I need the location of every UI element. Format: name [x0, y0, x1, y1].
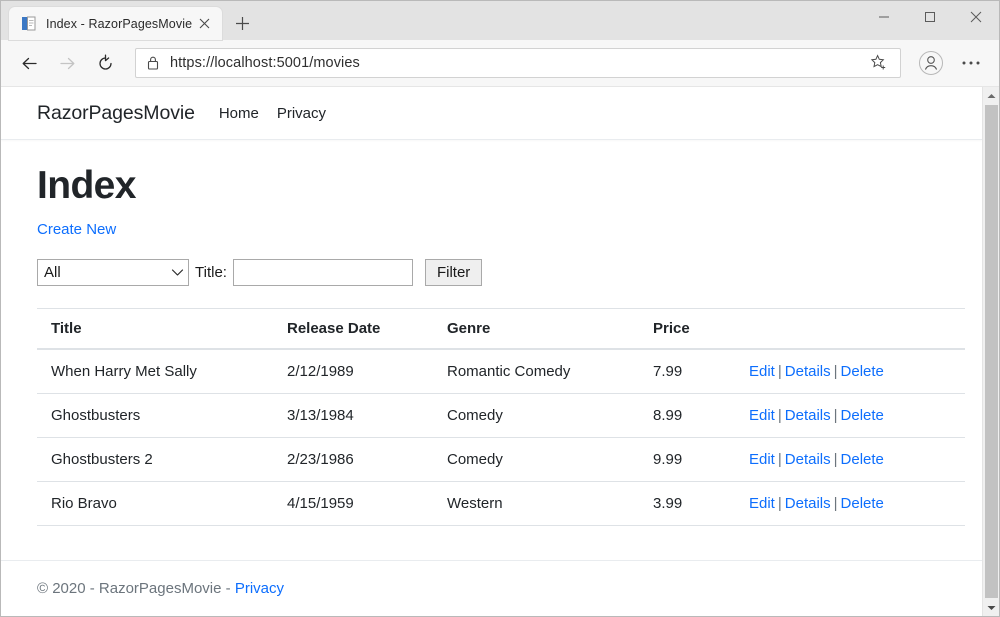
delete-link[interactable]: Delete	[841, 451, 884, 468]
footer-copyright: © 2020 - RazorPagesMovie - Privacy	[37, 580, 284, 597]
row-actions: Edit|Details|Delete	[735, 437, 965, 481]
details-link[interactable]: Details	[785, 407, 831, 424]
column-header-genre[interactable]: Genre	[433, 308, 639, 349]
title-filter-label: Title:	[195, 264, 227, 281]
action-separator: |	[775, 407, 785, 424]
action-separator: |	[775, 495, 785, 512]
table-row: When Harry Met Sally2/12/1989Romantic Co…	[37, 349, 965, 394]
movie-genre: Romantic Comedy	[433, 349, 639, 394]
movie-release-date: 2/12/1989	[273, 349, 433, 394]
delete-link[interactable]: Delete	[841, 363, 884, 380]
window-controls	[861, 1, 999, 33]
scroll-down-arrow-icon[interactable]	[983, 599, 1000, 616]
movie-genre: Comedy	[433, 437, 639, 481]
movie-price: 7.99	[639, 349, 735, 394]
genre-select-value: All	[44, 264, 171, 281]
action-separator: |	[831, 451, 841, 468]
tab-strip: Index - RazorPagesMovie	[1, 1, 999, 40]
movie-genre: Western	[433, 481, 639, 525]
site-brand[interactable]: RazorPagesMovie	[37, 102, 195, 125]
address-bar[interactable]: https://localhost:5001/movies	[135, 48, 901, 78]
column-header-actions	[735, 308, 965, 349]
movie-price: 8.99	[639, 393, 735, 437]
table-header-row: Title Release Date Genre Price	[37, 308, 965, 349]
scroll-up-arrow-icon[interactable]	[983, 87, 1000, 104]
browser-tab[interactable]: Index - RazorPagesMovie	[9, 7, 222, 40]
table-row: Ghostbusters3/13/1984Comedy8.99Edit|Deta…	[37, 393, 965, 437]
movie-release-date: 4/15/1959	[273, 481, 433, 525]
movie-price: 3.99	[639, 481, 735, 525]
column-header-release-date[interactable]: Release Date	[273, 308, 433, 349]
main-content: Index Create New All Title: Filter	[1, 165, 982, 526]
row-actions: Edit|Details|Delete	[735, 481, 965, 525]
ellipsis-icon[interactable]	[955, 47, 987, 79]
browser-viewport: RazorPagesMovie Home Privacy Index Creat…	[1, 87, 999, 616]
genre-select[interactable]: All	[37, 259, 189, 286]
delete-link[interactable]: Delete	[841, 495, 884, 512]
movie-title: When Harry Met Sally	[37, 349, 273, 394]
column-header-price[interactable]: Price	[639, 308, 735, 349]
action-separator: |	[775, 363, 785, 380]
scrollbar-thumb[interactable]	[985, 105, 998, 598]
table-row: Rio Bravo4/15/1959Western3.99Edit|Detail…	[37, 481, 965, 525]
action-separator: |	[775, 451, 785, 468]
movie-price: 9.99	[639, 437, 735, 481]
nav-link-privacy[interactable]: Privacy	[277, 105, 326, 122]
page-title: Index	[37, 165, 946, 208]
action-separator: |	[831, 363, 841, 380]
browser-window: Index - RazorPagesMovie	[0, 0, 1000, 617]
table-body: When Harry Met Sally2/12/1989Romantic Co…	[37, 349, 965, 526]
close-icon[interactable]	[194, 14, 214, 34]
site-footer: © 2020 - RazorPagesMovie - Privacy	[1, 560, 982, 616]
delete-link[interactable]: Delete	[841, 407, 884, 424]
back-arrow-icon[interactable]	[11, 45, 47, 81]
details-link[interactable]: Details	[785, 495, 831, 512]
account-person-icon[interactable]	[915, 47, 947, 79]
column-header-title[interactable]: Title	[37, 308, 273, 349]
forward-arrow-icon	[49, 45, 85, 81]
browser-toolbar: https://localhost:5001/movies	[1, 40, 999, 87]
vertical-scrollbar[interactable]	[982, 87, 999, 616]
tab-title: Index - RazorPagesMovie	[46, 17, 194, 31]
footer-privacy-link[interactable]: Privacy	[235, 580, 284, 597]
close-icon[interactable]	[953, 1, 999, 33]
chevron-down-icon	[171, 268, 184, 277]
plus-icon[interactable]	[225, 8, 259, 38]
web-page: RazorPagesMovie Home Privacy Index Creat…	[1, 87, 982, 616]
edit-link[interactable]: Edit	[749, 451, 775, 468]
minimize-icon[interactable]	[861, 1, 907, 33]
movie-genre: Comedy	[433, 393, 639, 437]
table-head: Title Release Date Genre Price	[37, 308, 965, 349]
star-add-icon[interactable]	[864, 50, 894, 76]
details-link[interactable]: Details	[785, 363, 831, 380]
movie-title: Ghostbusters 2	[37, 437, 273, 481]
refresh-icon[interactable]	[87, 45, 123, 81]
action-separator: |	[831, 495, 841, 512]
movie-title: Ghostbusters	[37, 393, 273, 437]
filter-button[interactable]: Filter	[425, 259, 482, 286]
movie-title: Rio Bravo	[37, 481, 273, 525]
table-row: Ghostbusters 22/23/1986Comedy9.99Edit|De…	[37, 437, 965, 481]
create-new-link[interactable]: Create New	[37, 221, 116, 238]
row-actions: Edit|Details|Delete	[735, 393, 965, 437]
title-search-input[interactable]	[233, 259, 413, 286]
filter-form: All Title: Filter	[37, 259, 946, 286]
maximize-icon[interactable]	[907, 1, 953, 33]
nav-link-home[interactable]: Home	[219, 105, 259, 122]
details-link[interactable]: Details	[785, 451, 831, 468]
movie-release-date: 2/23/1986	[273, 437, 433, 481]
movie-release-date: 3/13/1984	[273, 393, 433, 437]
footer-copyright-text: © 2020 - RazorPagesMovie -	[37, 580, 235, 597]
lock-icon	[146, 55, 160, 71]
movies-table: Title Release Date Genre Price When Harr…	[37, 308, 965, 526]
url-text: https://localhost:5001/movies	[170, 55, 864, 71]
edit-link[interactable]: Edit	[749, 495, 775, 512]
action-separator: |	[831, 407, 841, 424]
edit-link[interactable]: Edit	[749, 407, 775, 424]
row-actions: Edit|Details|Delete	[735, 349, 965, 394]
edit-link[interactable]: Edit	[749, 363, 775, 380]
site-navbar: RazorPagesMovie Home Privacy	[1, 87, 982, 140]
document-page-icon	[20, 15, 37, 32]
